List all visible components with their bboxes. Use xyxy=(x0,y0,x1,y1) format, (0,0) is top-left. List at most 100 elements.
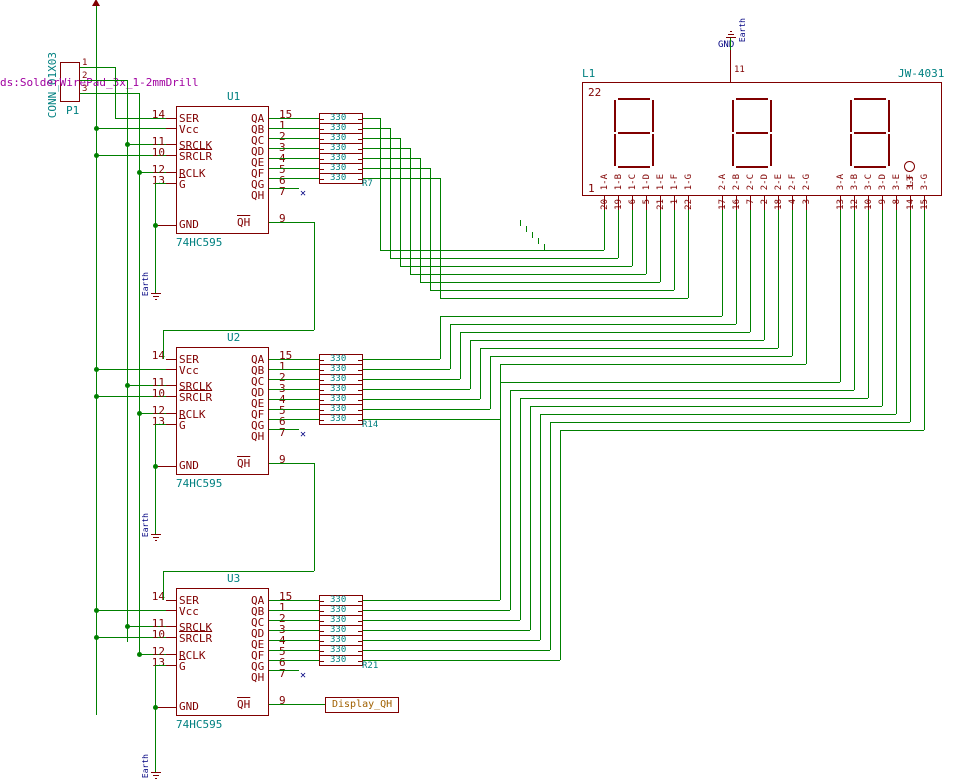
u1-pin-num: 7 xyxy=(279,185,286,198)
u3-pin-num: 13 xyxy=(150,656,165,669)
no-connect: ✕ xyxy=(300,431,307,438)
u2-type: 74HC595 xyxy=(176,477,222,490)
wire xyxy=(460,332,461,379)
wire xyxy=(540,414,541,640)
wire xyxy=(155,424,166,425)
wire xyxy=(660,210,661,282)
wire xyxy=(646,210,647,274)
wire xyxy=(155,183,156,293)
display-seg-pinnum: 6 xyxy=(628,199,638,204)
gnd-symbol xyxy=(151,534,161,540)
wire-qh-u2u3 xyxy=(269,463,314,464)
wire-qh-u1u2 xyxy=(269,222,314,223)
gnd-earth: Earth xyxy=(141,754,150,778)
wire xyxy=(896,210,897,414)
wire xyxy=(530,406,882,407)
wire xyxy=(269,600,319,601)
display-seg-label: 1-F xyxy=(670,174,680,190)
res-endref: R7 xyxy=(362,179,373,189)
wire-qh-u2u3 xyxy=(163,571,164,600)
display-digit-2 xyxy=(730,98,774,168)
pinstub xyxy=(166,610,176,611)
wire xyxy=(420,158,421,282)
u3-pin-num: 10 xyxy=(150,628,165,641)
wire xyxy=(363,610,510,611)
display-seg-label: 3-D xyxy=(878,174,888,190)
display-seg-pinnum: 19 xyxy=(614,199,624,210)
display-seg-pinnum: 22 xyxy=(684,199,694,210)
pinstub xyxy=(166,155,176,156)
pinstub xyxy=(166,369,176,370)
u1-ref: U1 xyxy=(227,90,240,103)
wire xyxy=(269,670,299,671)
wire xyxy=(460,332,750,333)
wire xyxy=(363,128,390,129)
junction xyxy=(137,170,142,175)
pinstub xyxy=(166,183,176,184)
wire xyxy=(520,220,521,226)
display-seg-pinnum: 13 xyxy=(836,199,846,210)
wire xyxy=(440,178,441,298)
wire xyxy=(450,324,451,369)
u3-pin-num: 7 xyxy=(279,667,286,680)
wire xyxy=(500,364,806,365)
u3-gnd: GND xyxy=(179,700,199,713)
junction xyxy=(94,126,99,131)
u2-pin-name: G xyxy=(179,419,186,432)
wire xyxy=(540,414,896,415)
gnd-symbol xyxy=(151,293,161,299)
wire xyxy=(363,158,420,159)
wire xyxy=(778,210,779,348)
wire xyxy=(440,298,688,299)
wire xyxy=(269,138,319,139)
display-seg-pinnum: 7 xyxy=(746,199,756,204)
display-seg-pinnum: 17 xyxy=(718,199,728,210)
u3-pin-name: QH xyxy=(251,671,264,684)
pinstub xyxy=(166,396,176,397)
wire xyxy=(538,238,539,244)
junction xyxy=(94,394,99,399)
wire xyxy=(363,419,500,420)
display-seg-pinnum: 5 xyxy=(642,199,652,204)
wire xyxy=(269,148,319,149)
display-seg-label: 3-C xyxy=(864,174,874,190)
wire xyxy=(840,210,841,382)
display-seg-pinnum: 8 xyxy=(892,199,902,204)
resistor-array-r21: 330 330 330 330 330 330 330 xyxy=(319,595,363,666)
wire xyxy=(269,429,299,430)
display-seg-pinnum: 2 xyxy=(760,199,770,204)
display-seg-pinnum: 4 xyxy=(788,199,798,204)
u2-pin-name: SRCLR xyxy=(179,391,212,404)
wire xyxy=(155,665,156,772)
wire xyxy=(806,210,807,364)
u3-ref: U3 xyxy=(227,572,240,585)
wire xyxy=(530,406,531,630)
gnd-symbol xyxy=(726,32,736,38)
u2-pin-name: QH xyxy=(251,430,264,443)
wire xyxy=(269,379,319,380)
wire-ser-bus xyxy=(115,67,116,119)
wire xyxy=(736,210,737,324)
junction xyxy=(137,411,142,416)
pinstub xyxy=(166,626,176,627)
wire xyxy=(363,640,540,641)
u3-pin-name: G xyxy=(179,660,186,673)
wire xyxy=(550,422,551,650)
u1-pin-name: Vcc xyxy=(179,123,199,136)
pinstub xyxy=(166,118,176,119)
wire xyxy=(269,178,319,179)
display-seg-label: 1-G xyxy=(684,174,694,190)
u2-pin-num: 10 xyxy=(150,387,165,400)
wire-qh-u1u2 xyxy=(163,330,164,359)
display-seg-pinnum: 16 xyxy=(732,199,742,210)
junction xyxy=(153,464,158,469)
connector-footprint: ds:SolderWirePad_3x_1-2mmDrill xyxy=(0,76,199,89)
wire xyxy=(510,390,854,391)
wire xyxy=(560,430,924,431)
wire xyxy=(80,67,115,68)
display-seg-pinnum: 3 xyxy=(802,199,812,204)
wire xyxy=(363,389,470,390)
display-seg-label: 1-C xyxy=(628,174,638,190)
wire xyxy=(363,660,560,661)
display-seg-pinnum: 14 xyxy=(906,199,916,210)
